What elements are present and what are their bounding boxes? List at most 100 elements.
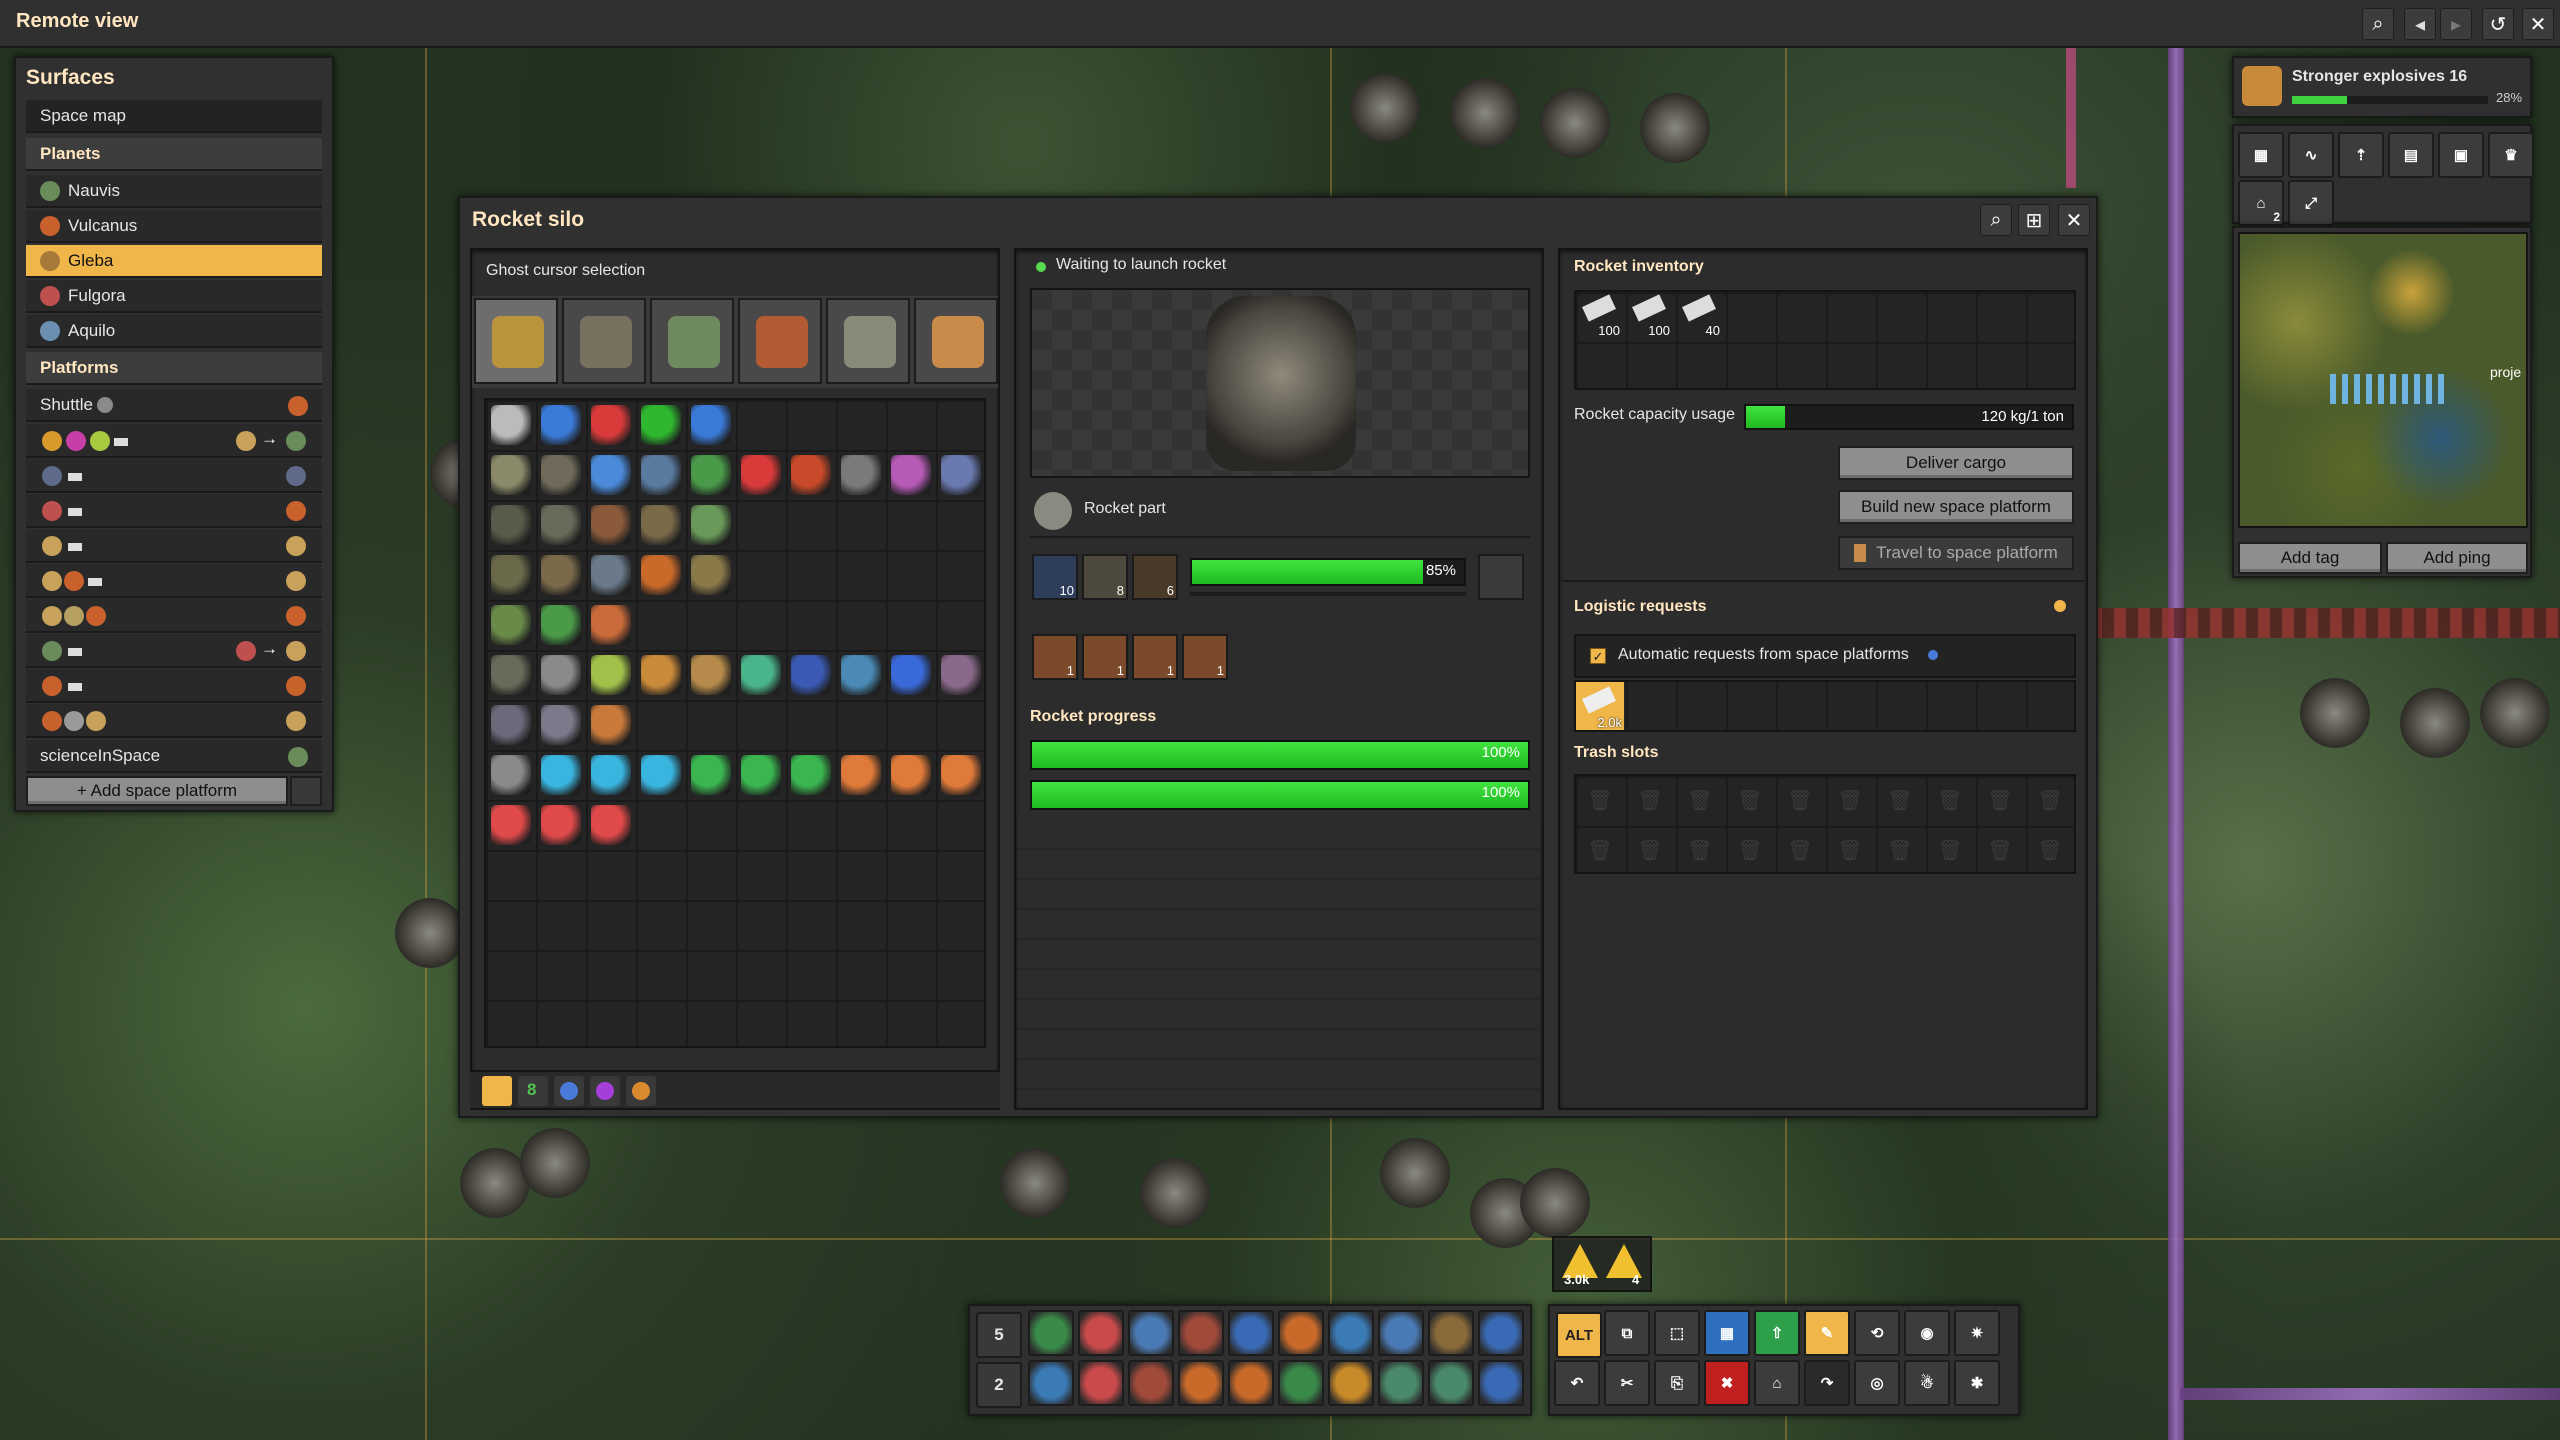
platform-item[interactable] bbox=[26, 494, 322, 528]
cut-icon[interactable]: ⬚ bbox=[1654, 1310, 1700, 1356]
item-icon[interactable] bbox=[941, 655, 981, 695]
item-icon[interactable] bbox=[791, 655, 831, 695]
item-icon[interactable] bbox=[791, 755, 831, 795]
trash-slot[interactable]: 🗑 bbox=[1878, 778, 1922, 822]
inventory-slot-1[interactable]: 100 bbox=[1578, 294, 1622, 338]
quickbar-slot[interactable] bbox=[1378, 1310, 1424, 1356]
item-icon[interactable] bbox=[541, 655, 581, 695]
productivity-module-icon[interactable]: 1 bbox=[1132, 634, 1178, 680]
item-icon[interactable] bbox=[891, 755, 931, 795]
request-slot-1[interactable]: 2.0k bbox=[1576, 682, 1624, 730]
item-icon[interactable] bbox=[491, 805, 531, 845]
bug-icon[interactable]: ✱ bbox=[1954, 1360, 2000, 1406]
platform-item-scienceinspace[interactable]: scienceInSpace bbox=[26, 740, 322, 773]
quickbar-slot[interactable] bbox=[1028, 1310, 1074, 1356]
item-icon[interactable] bbox=[841, 455, 881, 495]
trains-icon[interactable]: ▣ bbox=[2438, 132, 2484, 178]
item-icon[interactable] bbox=[691, 505, 731, 545]
item-icon[interactable] bbox=[891, 655, 931, 695]
platform-item[interactable]: → bbox=[26, 424, 322, 458]
item-icon[interactable] bbox=[841, 655, 881, 695]
quality-uncommon-button[interactable]: 8 bbox=[518, 1076, 548, 1106]
item-icon[interactable] bbox=[541, 805, 581, 845]
trash-slot[interactable]: 🗑 bbox=[1978, 778, 2022, 822]
item-icon[interactable] bbox=[591, 405, 631, 445]
productivity-module-icon[interactable]: 1 bbox=[1032, 634, 1078, 680]
trash-slot[interactable]: 🗑 bbox=[2028, 778, 2072, 822]
production-stats-icon[interactable]: ∿ bbox=[2288, 132, 2334, 178]
item-icon[interactable] bbox=[941, 755, 981, 795]
recipe-row[interactable]: Rocket part bbox=[1030, 488, 1530, 538]
logistics-icon[interactable]: ⟲ bbox=[1854, 1310, 1900, 1356]
planet-item-aquilo[interactable]: Aquilo bbox=[26, 315, 322, 348]
quickbar-slot[interactable] bbox=[1128, 1310, 1174, 1356]
item-icon[interactable] bbox=[541, 405, 581, 445]
upgrade-icon[interactable]: ⇧ bbox=[1754, 1310, 1800, 1356]
undo-icon[interactable]: ↶ bbox=[1554, 1360, 1600, 1406]
inventory-slot-3[interactable]: 40 bbox=[1678, 294, 1722, 338]
item-icon[interactable] bbox=[641, 455, 681, 495]
item-icon[interactable] bbox=[491, 755, 531, 795]
artillery-icon[interactable]: ◎ bbox=[1854, 1360, 1900, 1406]
technology-icon[interactable]: ⌂ 2 bbox=[2238, 180, 2284, 226]
item-icon[interactable] bbox=[541, 755, 581, 795]
factoriopedia-icon[interactable]: ▦ bbox=[2238, 132, 2284, 178]
item-icon[interactable] bbox=[491, 655, 531, 695]
item-icon[interactable] bbox=[591, 555, 631, 595]
refresh-icon[interactable]: ↺ bbox=[2482, 8, 2514, 40]
trash-slot[interactable]: 🗑 bbox=[1928, 778, 1972, 822]
item-icon[interactable] bbox=[641, 505, 681, 545]
quickbar-slot[interactable] bbox=[1328, 1310, 1374, 1356]
travel-space-platform-button[interactable]: Travel to space platform bbox=[1838, 536, 2074, 570]
item-icon[interactable] bbox=[491, 455, 531, 495]
quickbar-slot[interactable] bbox=[1428, 1310, 1474, 1356]
trash-slot[interactable]: 🗑 bbox=[1978, 828, 2022, 872]
quickbar-slot[interactable] bbox=[1078, 1310, 1124, 1356]
platform-item[interactable] bbox=[26, 459, 322, 493]
trash-slot[interactable]: 🗑 bbox=[1728, 778, 1772, 822]
tab-intermediates[interactable] bbox=[650, 298, 734, 384]
item-icon[interactable] bbox=[691, 555, 731, 595]
platform-item[interactable]: → bbox=[26, 634, 322, 668]
cancel-deconstruct-icon[interactable]: ✖ bbox=[1704, 1360, 1750, 1406]
build-space-platform-button[interactable]: Build new space platform bbox=[1838, 490, 2074, 524]
platform-item[interactable] bbox=[26, 564, 322, 598]
close-icon[interactable]: ✕ bbox=[2058, 204, 2090, 236]
tab-space[interactable] bbox=[738, 298, 822, 384]
item-icon[interactable] bbox=[491, 555, 531, 595]
item-icon[interactable] bbox=[591, 655, 631, 695]
alt-mode-button[interactable]: ALT bbox=[1556, 1312, 1602, 1358]
close-icon[interactable]: ✕ bbox=[2522, 8, 2554, 40]
planet-item-nauvis[interactable]: Nauvis bbox=[26, 175, 322, 208]
expand-icon[interactable]: ⤢ bbox=[2288, 180, 2334, 226]
quickbar-slot[interactable] bbox=[1428, 1360, 1474, 1406]
research-progress[interactable]: Stronger explosives 16 28% bbox=[2232, 56, 2532, 118]
item-icon[interactable] bbox=[591, 805, 631, 845]
item-icon[interactable] bbox=[541, 705, 581, 745]
search-icon[interactable]: ⌕ bbox=[1980, 204, 2012, 236]
quickbar-slot[interactable] bbox=[1078, 1360, 1124, 1406]
item-icon[interactable] bbox=[491, 705, 531, 745]
minimap[interactable]: proje bbox=[2238, 232, 2528, 528]
back-icon[interactable]: ◂ bbox=[2404, 8, 2436, 40]
item-icon[interactable] bbox=[841, 755, 881, 795]
trash-slot[interactable]: 🗑 bbox=[1678, 828, 1722, 872]
item-icon[interactable] bbox=[691, 755, 731, 795]
deliver-cargo-button[interactable]: Deliver cargo bbox=[1838, 446, 2074, 480]
item-icon[interactable] bbox=[491, 405, 531, 445]
item-icon[interactable] bbox=[891, 455, 931, 495]
quickbar-slot[interactable] bbox=[1228, 1360, 1274, 1406]
trash-slot[interactable]: 🗑 bbox=[1628, 828, 1672, 872]
trash-slot[interactable]: 🗑 bbox=[1878, 828, 1922, 872]
add-tag-button[interactable]: Add tag bbox=[2238, 542, 2382, 574]
tab-combat[interactable] bbox=[826, 298, 910, 384]
item-icon[interactable] bbox=[591, 705, 631, 745]
copy-icon[interactable]: ⧉ bbox=[1604, 1310, 1650, 1356]
item-icon[interactable] bbox=[641, 405, 681, 445]
item-icon[interactable] bbox=[641, 555, 681, 595]
quickbar-slot[interactable] bbox=[1278, 1310, 1324, 1356]
scissors-icon[interactable]: ✂ bbox=[1604, 1360, 1650, 1406]
trash-slot[interactable]: 🗑 bbox=[1778, 778, 1822, 822]
achievements-icon[interactable]: ♛ bbox=[2488, 132, 2534, 178]
settings-icon[interactable]: ✷ bbox=[1954, 1310, 2000, 1356]
